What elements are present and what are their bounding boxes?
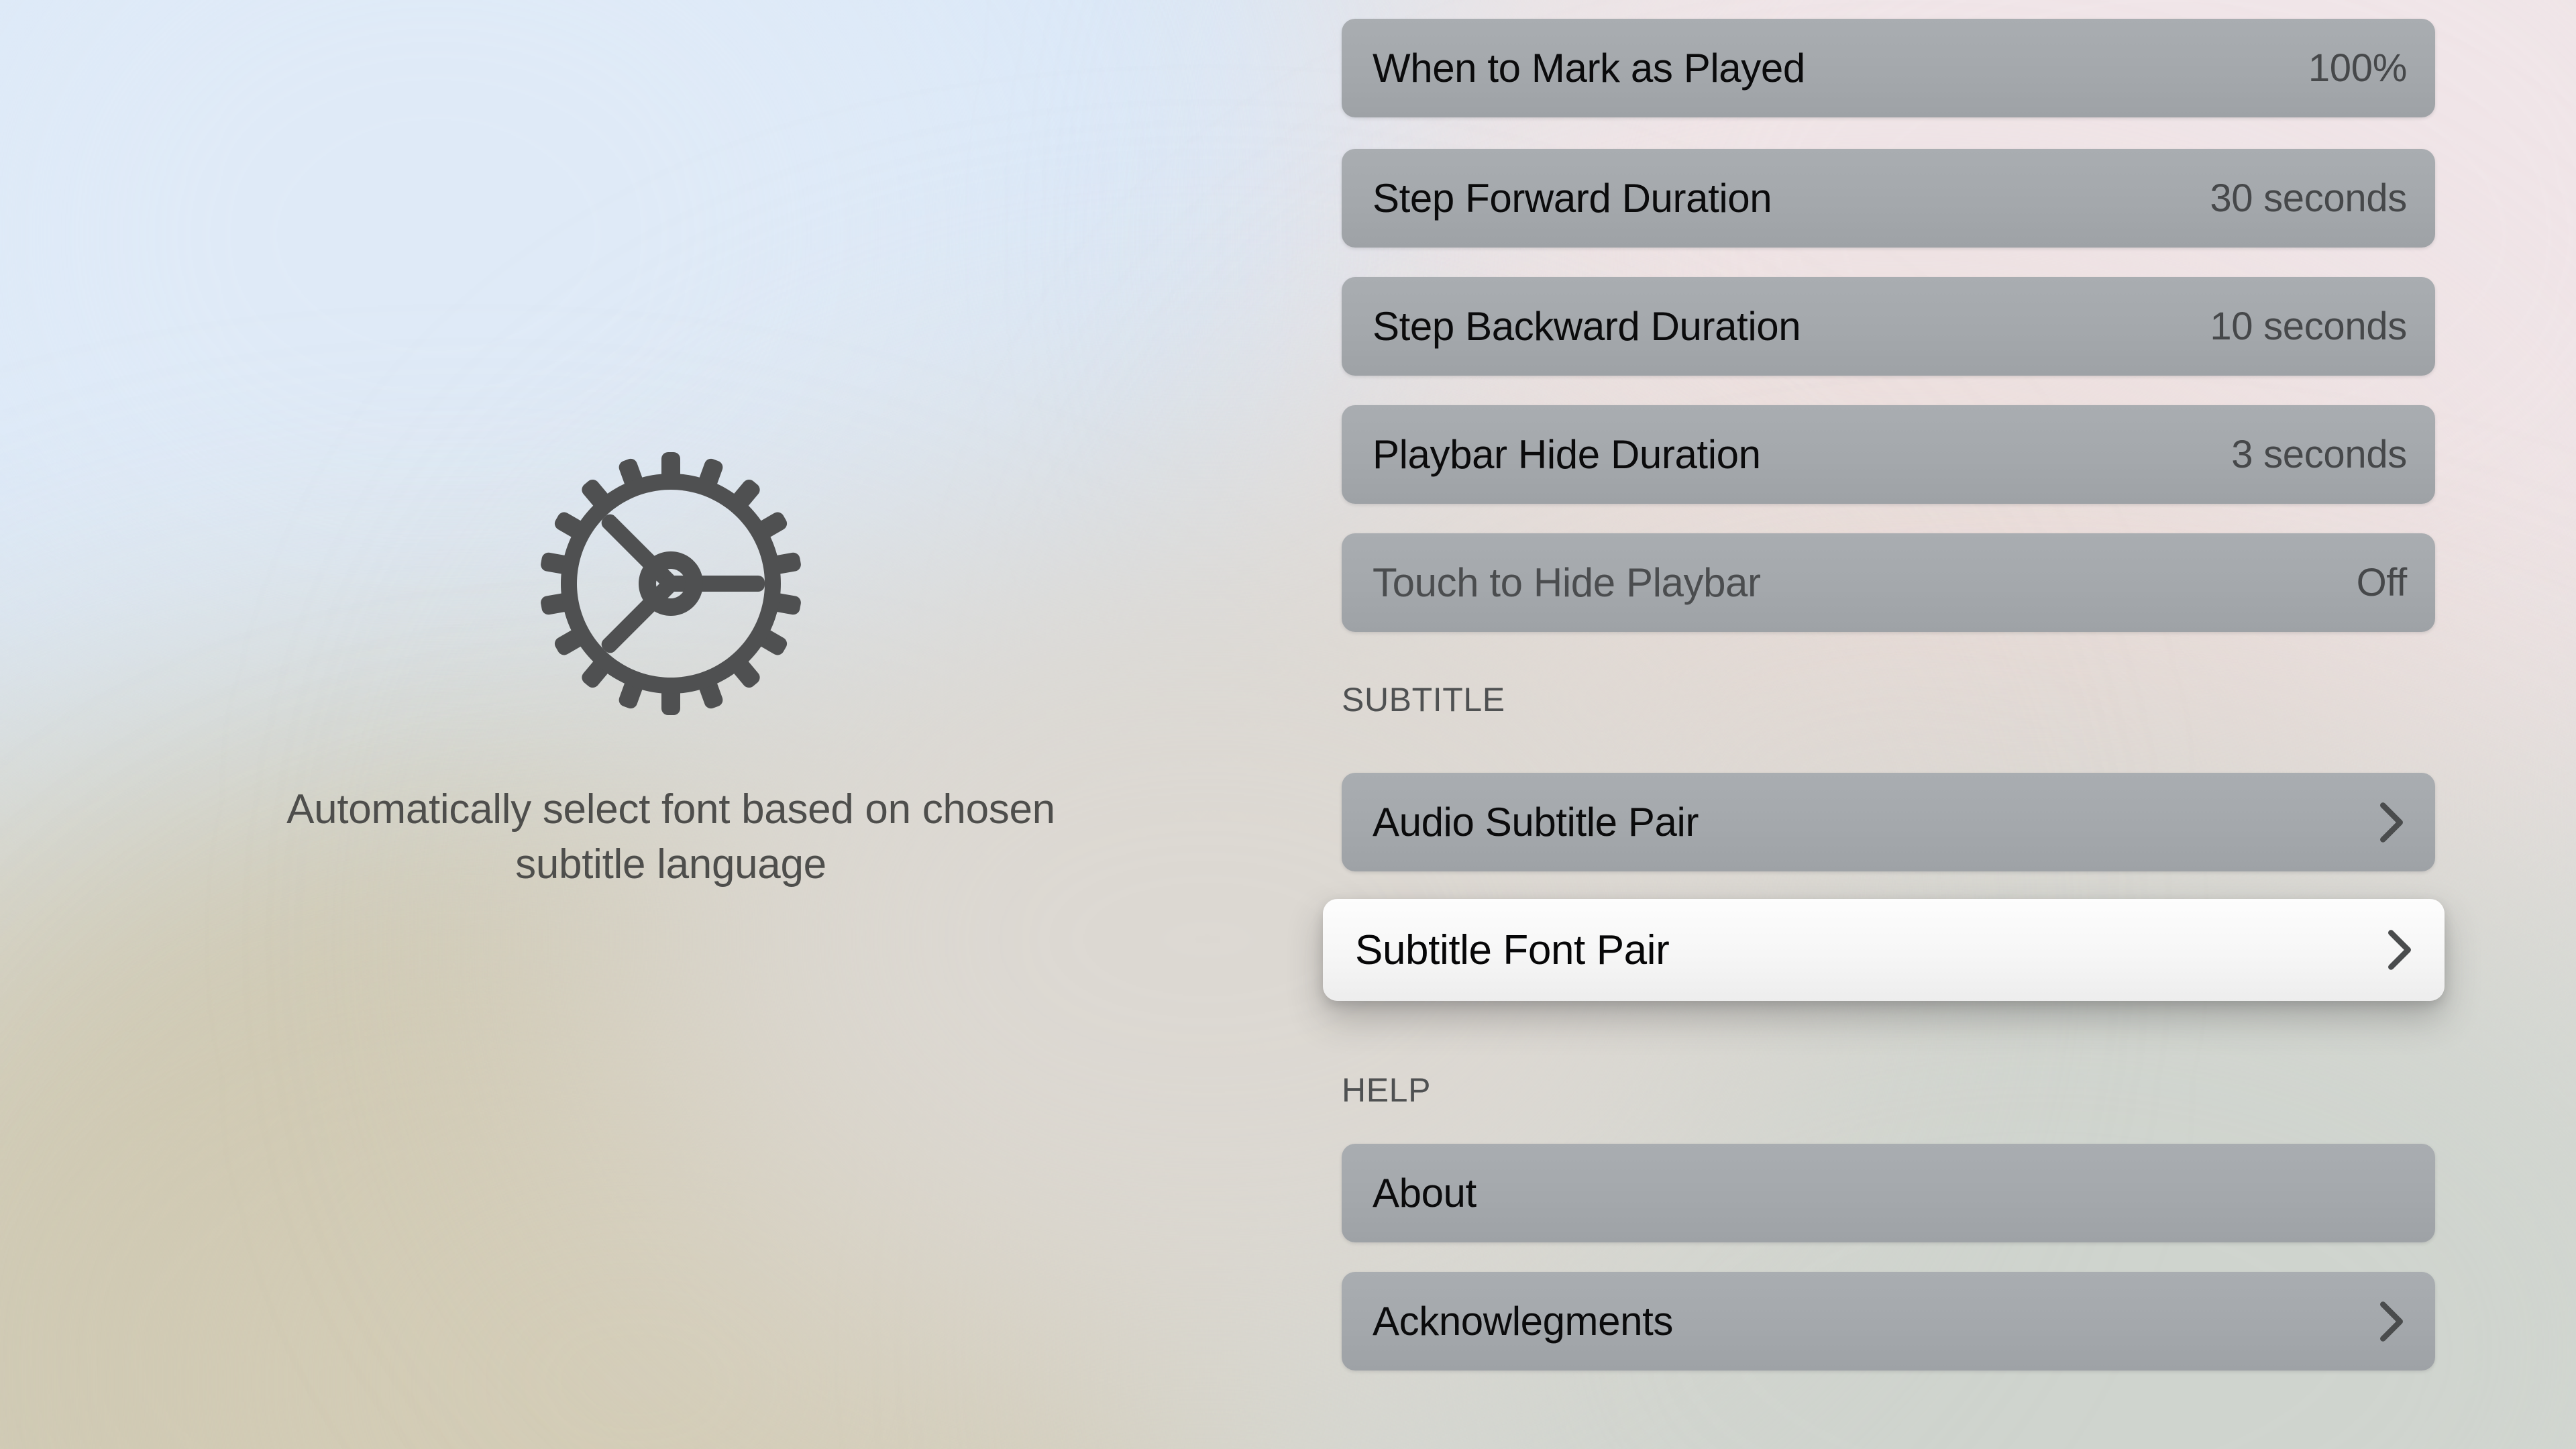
settings-row-label: When to Mark as Played <box>1373 45 1805 91</box>
chevron-right-icon <box>2376 802 2407 843</box>
settings-row-step-backward-duration[interactable]: Step Backward Duration 10 seconds <box>1342 277 2435 376</box>
settings-row-label: Acknowlegments <box>1373 1298 1673 1344</box>
settings-row-label: Subtitle Font Pair <box>1355 926 1669 974</box>
detail-description: Automatically select font based on chose… <box>174 782 1167 892</box>
detail-panel: Automatically select font based on chose… <box>0 0 1342 1449</box>
settings-row-label: Audio Subtitle Pair <box>1373 799 1699 845</box>
settings-row-when-to-mark-as-played[interactable]: When to Mark as Played 100% <box>1342 19 2435 117</box>
settings-row-value: 3 seconds <box>2231 432 2407 477</box>
detail-description-line-2: subtitle language <box>174 837 1167 892</box>
settings-row-playbar-hide-duration[interactable]: Playbar Hide Duration 3 seconds <box>1342 405 2435 504</box>
settings-row-acknowlegments[interactable]: Acknowlegments <box>1342 1272 2435 1371</box>
settings-row-label: Playbar Hide Duration <box>1373 431 1761 478</box>
section-header-help: HELP <box>1342 1071 1431 1110</box>
settings-row-audio-subtitle-pair[interactable]: Audio Subtitle Pair <box>1342 773 2435 871</box>
settings-list: SUBTITLE HELP When to Mark as Played 100% St… <box>1323 0 2450 1449</box>
settings-row-step-forward-duration[interactable]: Step Forward Duration 30 seconds <box>1342 149 2435 248</box>
settings-row-value: 10 seconds <box>2210 304 2407 349</box>
detail-description-line-1: Automatically select font based on chose… <box>174 782 1167 837</box>
settings-row-value: 100% <box>2308 46 2407 91</box>
chevron-right-icon <box>2376 1301 2407 1342</box>
settings-row-about[interactable]: About <box>1342 1144 2435 1242</box>
settings-row-touch-to-hide-playbar[interactable]: Touch to Hide Playbar Off <box>1342 533 2435 632</box>
settings-row-subtitle-font-pair[interactable]: Subtitle Font Pair <box>1323 899 2445 1001</box>
gear-icon <box>537 449 805 718</box>
section-header-subtitle: SUBTITLE <box>1342 680 1505 719</box>
settings-row-label: Step Backward Duration <box>1373 303 1801 350</box>
settings-row-label: About <box>1373 1170 1477 1216</box>
chevron-right-icon <box>2384 929 2415 971</box>
settings-row-label: Touch to Hide Playbar <box>1373 559 1761 606</box>
settings-row-label: Step Forward Duration <box>1373 175 1772 221</box>
settings-row-value: Off <box>2357 560 2407 605</box>
settings-row-value: 30 seconds <box>2210 176 2407 221</box>
